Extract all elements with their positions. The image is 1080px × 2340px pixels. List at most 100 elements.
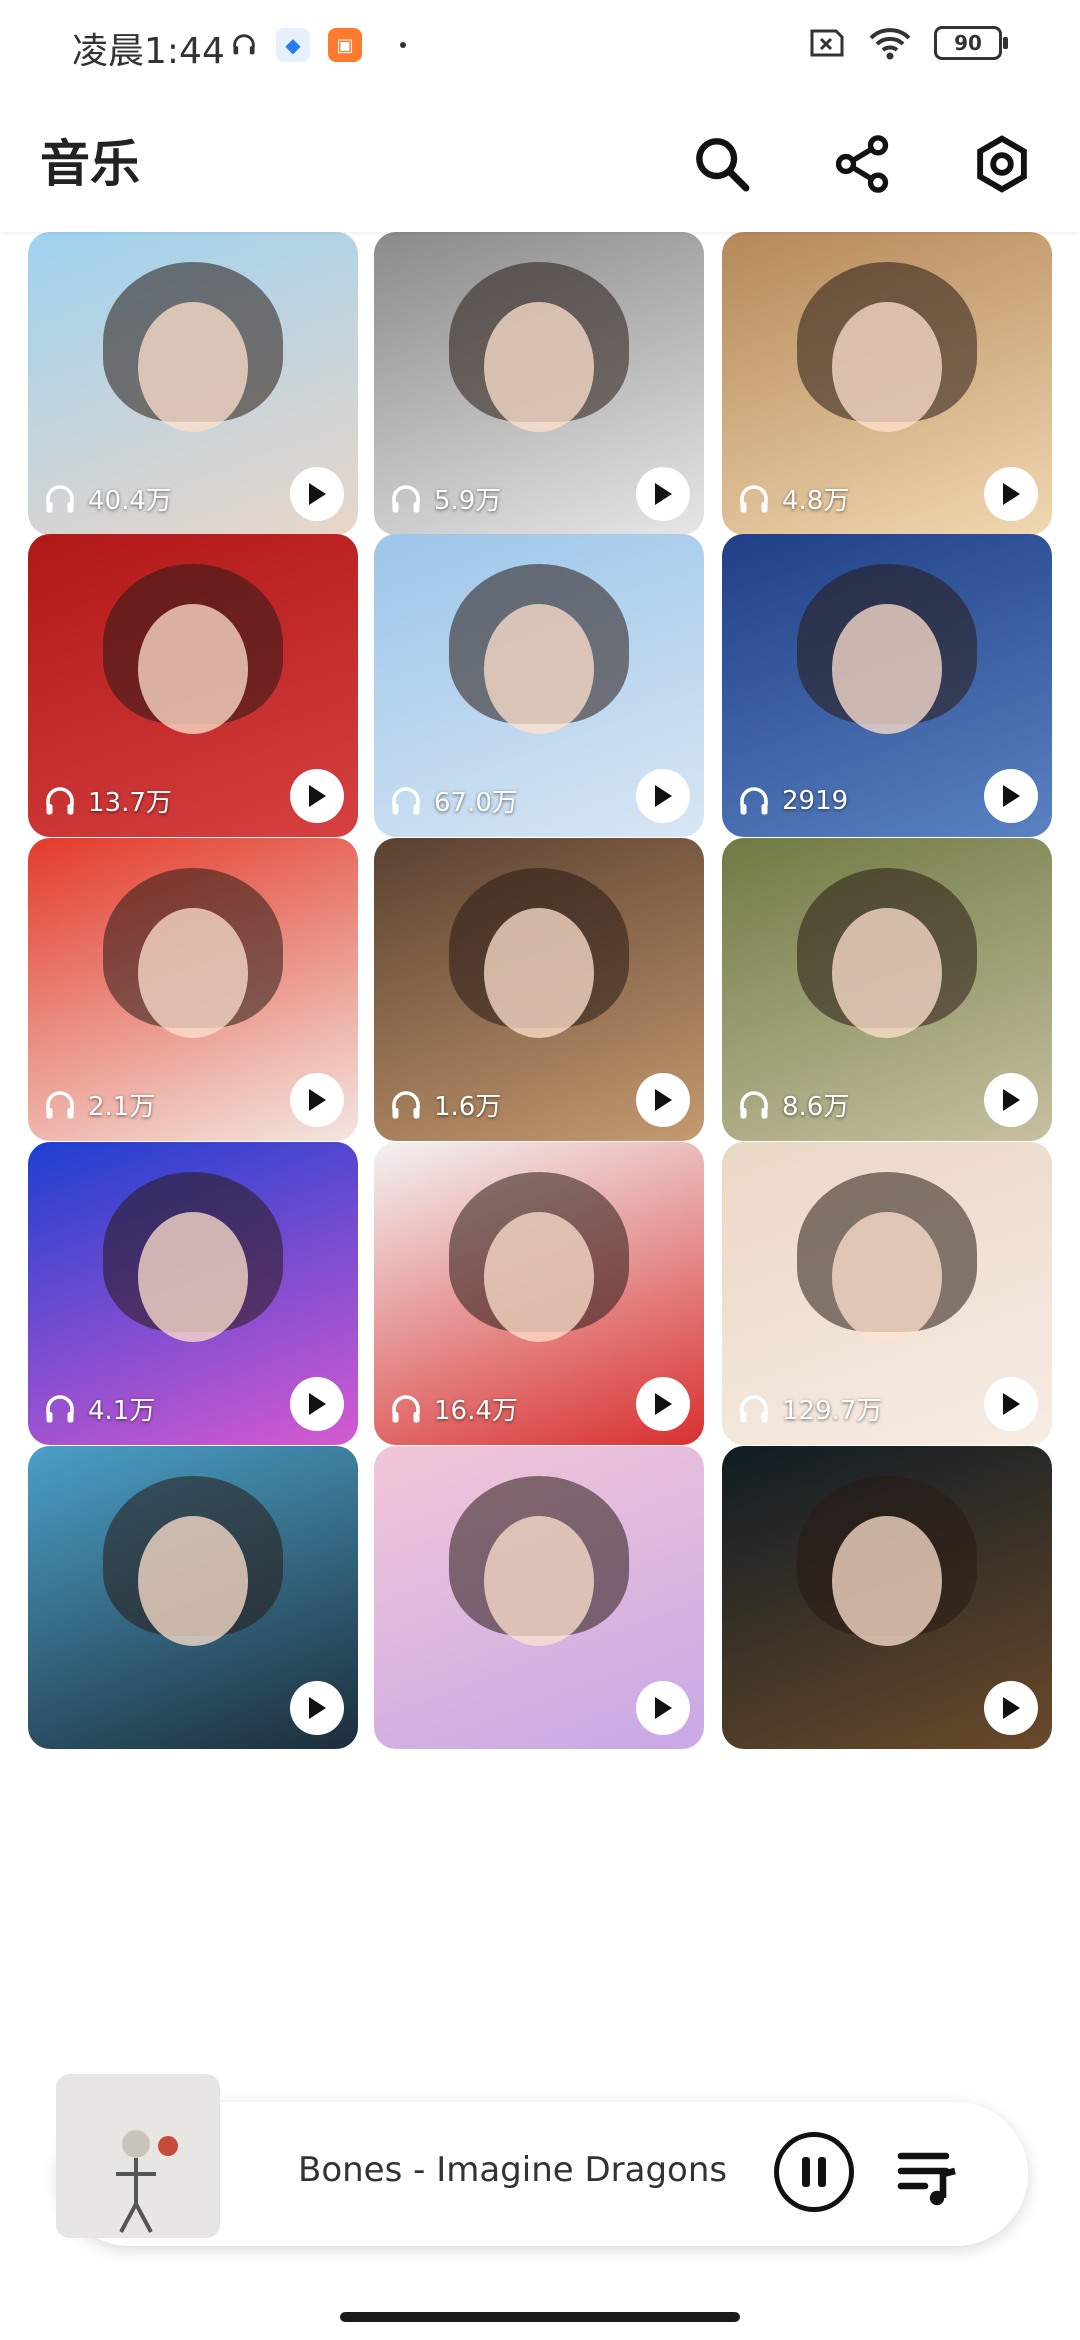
play-icon [1003, 483, 1020, 505]
playlist-cover[interactable]: 40.4万 [28, 232, 358, 535]
playlist-cover[interactable] [722, 1446, 1052, 1749]
album-art-icon[interactable] [56, 2074, 220, 2238]
playlist-cover[interactable]: 5.9万 [374, 232, 704, 535]
play-button[interactable] [290, 1681, 344, 1735]
play-button[interactable] [636, 1377, 690, 1431]
play-button[interactable] [290, 467, 344, 521]
home-indicator[interactable] [340, 2312, 740, 2322]
playlist-cover[interactable] [374, 1446, 704, 1749]
play-count: 5.9万 [388, 480, 501, 517]
play-count-value: 8.6万 [782, 1092, 850, 1122]
play-button[interactable] [984, 1377, 1038, 1431]
battery-level: 90 [954, 31, 982, 55]
play-count: 4.8万 [736, 480, 849, 517]
status-notification-icons: ◆ ▣ [230, 28, 406, 62]
settings-icon [977, 135, 1027, 193]
play-button[interactable] [984, 1681, 1038, 1735]
playlist-title [374, 1775, 704, 1871]
play-icon [655, 1393, 672, 1415]
playlist-button[interactable] [892, 2138, 964, 2210]
headphones-icon [392, 484, 420, 512]
cover-face [484, 604, 594, 734]
share-button[interactable] [820, 122, 904, 206]
play-count-value: 2919 [782, 786, 849, 816]
pause-button[interactable] [774, 2132, 854, 2212]
app-shield-icon: ◆ [276, 28, 310, 62]
play-count-value: 40.4万 [88, 486, 172, 516]
headphones-icon [740, 1394, 768, 1422]
play-button[interactable] [290, 1377, 344, 1431]
play-icon [655, 1089, 672, 1111]
play-count: 13.7万 [42, 782, 172, 819]
play-icon [309, 1089, 326, 1111]
play-count: 2919 [736, 783, 848, 819]
share-icon [835, 135, 889, 193]
headphones-icon [392, 786, 420, 814]
playlist-cover[interactable]: 1.6万 [374, 838, 704, 1141]
headphones-icon [46, 1090, 74, 1118]
playlist-cover[interactable]: 2.1万 [28, 838, 358, 1141]
play-count: 4.1万 [42, 1390, 155, 1427]
play-count: 2.1万 [42, 1086, 155, 1123]
headphones-icon [392, 1394, 420, 1422]
play-count: 67.0万 [388, 782, 518, 819]
play-button[interactable] [984, 769, 1038, 823]
settings-button[interactable] [960, 122, 1044, 206]
app-orange-icon: ▣ [328, 28, 362, 62]
play-count-value: 129.7万 [782, 1396, 883, 1426]
play-count-value: 67.0万 [434, 788, 518, 818]
playlist-cover[interactable]: 16.4万 [374, 1142, 704, 1445]
headphones-icon [392, 1090, 420, 1118]
headphones-icon [46, 484, 74, 512]
playlist-card[interactable] [722, 1446, 1052, 1871]
play-icon [1003, 1089, 1020, 1111]
play-button[interactable] [290, 769, 344, 823]
search-icon [696, 138, 750, 192]
play-icon [655, 785, 672, 807]
cover-face [832, 302, 942, 432]
headphones-icon [46, 1394, 74, 1422]
playlist-title [722, 1775, 1052, 1871]
playlist-card[interactable] [28, 1446, 358, 1871]
play-count: 16.4万 [388, 1390, 518, 1427]
search-button[interactable] [680, 122, 764, 206]
playlist-cover[interactable]: 4.8万 [722, 232, 1052, 535]
cover-face [832, 604, 942, 734]
page-title: 音乐 [40, 135, 140, 193]
play-count-value: 1.6万 [434, 1092, 502, 1122]
play-count: 8.6万 [736, 1086, 849, 1123]
play-button[interactable] [290, 1073, 344, 1127]
playlist-cover[interactable]: 13.7万 [28, 534, 358, 837]
status-time: 凌晨1:44 [72, 31, 225, 72]
cover-face [832, 1212, 942, 1342]
play-count-value: 16.4万 [434, 1396, 518, 1426]
play-icon [1003, 1393, 1020, 1415]
playlist-cover[interactable]: 4.1万 [28, 1142, 358, 1445]
playlist-cover[interactable]: 2919 [722, 534, 1052, 837]
play-count: 40.4万 [42, 480, 172, 517]
play-button[interactable] [636, 1681, 690, 1735]
playlist-cover[interactable] [28, 1446, 358, 1749]
play-icon [655, 1697, 672, 1719]
status-right-icons: 90 [806, 26, 1008, 60]
play-button[interactable] [984, 467, 1038, 521]
playlist-cover[interactable]: 67.0万 [374, 534, 704, 837]
cover-face [832, 1516, 942, 1646]
playlist-card[interactable] [374, 1446, 704, 1871]
mini-player[interactable]: Bones - Imagine Dragons [56, 2074, 1028, 2246]
status-bar: 凌晨1:44 ◆ ▣ 90 [0, 0, 1080, 96]
play-button[interactable] [636, 1073, 690, 1127]
headphones-icon [46, 786, 74, 814]
cover-face [138, 302, 248, 432]
play-button[interactable] [636, 467, 690, 521]
playlist-cover[interactable]: 129.7万 [722, 1142, 1052, 1445]
play-button[interactable] [984, 1073, 1038, 1127]
battery-icon: 90 [934, 26, 1008, 60]
play-button[interactable] [636, 769, 690, 823]
play-icon [309, 1393, 326, 1415]
playlist-cover[interactable]: 8.6万 [722, 838, 1052, 1141]
cover-face [138, 1516, 248, 1646]
play-icon [309, 1697, 326, 1719]
cover-face [138, 1212, 248, 1342]
track-title: Bones - Imagine Dragons [298, 2150, 728, 2190]
